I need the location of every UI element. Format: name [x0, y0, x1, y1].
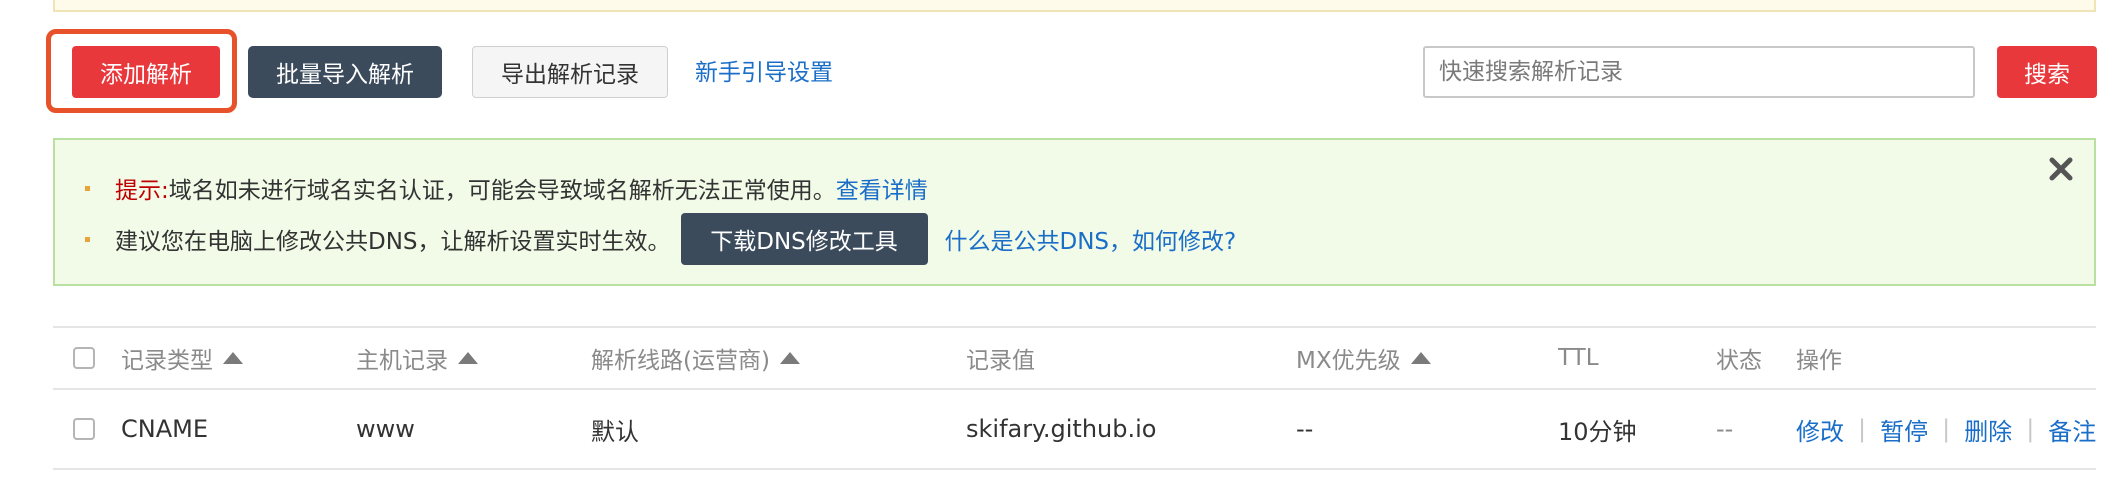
close-icon[interactable] [2046, 154, 2076, 184]
column-header-mx: MX优先级 [1296, 328, 1431, 388]
column-header-line: 解析线路(运营商) [591, 328, 800, 388]
bullet-icon [85, 185, 90, 191]
toolbar: 添加解析 批量导入解析 导出解析记录 新手引导设置 搜索 [0, 0, 2126, 140]
column-label: 操作 [1796, 348, 1842, 374]
column-header-value: 记录值 [966, 328, 1035, 388]
cell-line: 默认 [591, 417, 639, 446]
notice-tip-line: 提示: 域名如未进行域名实名认证，可能会导致域名解析无法正常使用。 查看详情 [55, 162, 928, 214]
bullet-icon [85, 236, 90, 242]
cell-ttl: 10分钟 [1558, 417, 1637, 446]
notice-dns-line: 建议您在电脑上修改公共DNS，让解析设置实时生效。 下载DNS修改工具 什么是公… [55, 210, 1236, 268]
column-label: 状态 [1716, 348, 1762, 374]
cell-actions: 修改 | 暂停 | 删除 | 备注 [1796, 390, 2096, 468]
column-label: TTL [1558, 345, 1599, 371]
column-label: 解析线路(运营商) [591, 348, 770, 374]
select-all-checkbox[interactable] [73, 347, 95, 369]
search-input[interactable] [1423, 46, 1975, 98]
table-header: 记录类型 主机记录 解析线路(运营商) 记录值 MX优先级 TTL 状态 操作 [53, 326, 2096, 390]
tip-label: 提示: [115, 178, 169, 204]
tip-text: 域名如未进行域名实名认证，可能会导致域名解析无法正常使用。 [168, 178, 836, 204]
cell-host: www [356, 415, 415, 443]
sort-up-icon[interactable] [1410, 352, 1431, 364]
cell-value: skifary.github.io [966, 415, 1157, 443]
dns-text: 建议您在电脑上修改公共DNS，让解析设置实时生效。 [115, 229, 671, 255]
sort-up-icon[interactable] [779, 352, 800, 364]
column-header-status: 状态 [1716, 328, 1762, 388]
sort-up-icon[interactable] [223, 352, 243, 364]
notice-panel: 提示: 域名如未进行域名实名认证，可能会导致域名解析无法正常使用。 查看详情 建… [53, 138, 2096, 286]
separator: | [2026, 415, 2035, 443]
dns-records-table: 记录类型 主机记录 解析线路(运营商) 记录值 MX优先级 TTL 状态 操作 [53, 326, 2096, 480]
column-label: 记录值 [966, 348, 1035, 374]
separator: | [1942, 415, 1951, 443]
export-records-button[interactable]: 导出解析记录 [472, 46, 668, 98]
public-dns-help-link[interactable]: 什么是公共DNS，如何修改? [945, 222, 1237, 256]
column-label: MX优先级 [1296, 348, 1401, 374]
sort-up-icon[interactable] [458, 352, 478, 364]
row-checkbox[interactable] [73, 418, 95, 440]
cell-type: CNAME [121, 415, 208, 443]
view-details-link[interactable]: 查看详情 [836, 171, 928, 205]
pause-link[interactable]: 暂停 [1880, 412, 1928, 447]
add-record-button[interactable]: 添加解析 [72, 46, 220, 98]
cell-status: -- [1716, 415, 1734, 443]
cell-mx: -- [1296, 415, 1314, 443]
note-link[interactable]: 备注 [2048, 412, 2096, 447]
separator: | [1858, 415, 1867, 443]
column-header-host: 主机记录 [356, 328, 478, 388]
guide-settings-link[interactable]: 新手引导设置 [695, 53, 833, 87]
edit-link[interactable]: 修改 [1796, 412, 1844, 447]
bulk-import-button[interactable]: 批量导入解析 [248, 46, 442, 98]
column-header-type: 记录类型 [121, 328, 243, 388]
column-header-actions: 操作 [1796, 328, 1842, 388]
column-header-ttl: TTL [1558, 328, 1599, 388]
table-row: CNAME www 默认 skifary.github.io -- 10分钟 -… [53, 390, 2096, 470]
search-button[interactable]: 搜索 [1997, 46, 2097, 98]
column-label: 主机记录 [356, 348, 448, 374]
delete-link[interactable]: 删除 [1964, 412, 2012, 447]
column-label: 记录类型 [121, 348, 213, 374]
download-dns-tool-button[interactable]: 下载DNS修改工具 [680, 213, 928, 265]
